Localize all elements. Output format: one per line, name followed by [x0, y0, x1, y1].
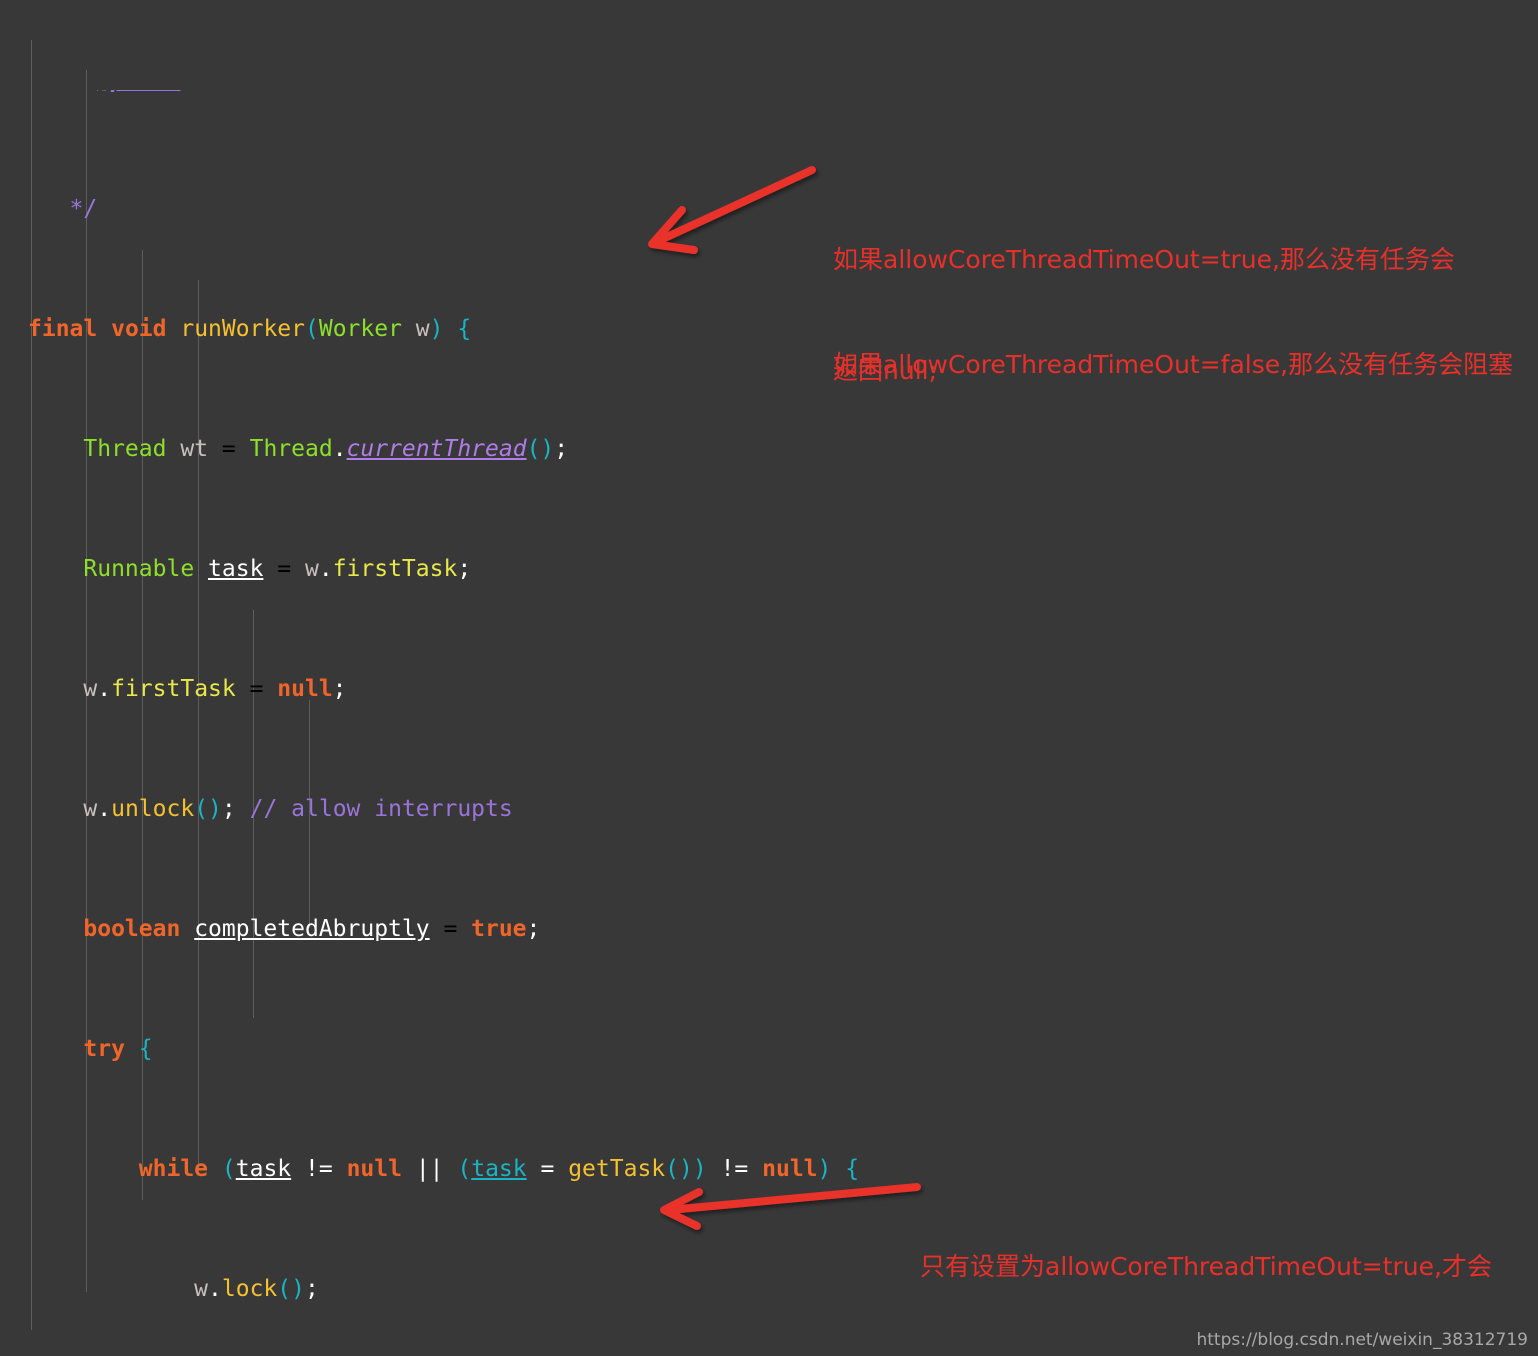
code-line[interactable]: w.unlock(); // allow interrupts: [0, 794, 1538, 824]
arrow-to-gettask-icon: [648, 166, 816, 254]
watermark: https://blog.csdn.net/weixin_38312719: [1196, 1330, 1528, 1350]
code-line[interactable]: * @param w the worker: [0, 90, 1538, 104]
code-line[interactable]: boolean completedAbruptly = true;: [0, 914, 1538, 944]
code-line[interactable]: Runnable task = w.firstTask;: [0, 554, 1538, 584]
code-editor[interactable]: * @param w the worker */ final void runW…: [0, 0, 1538, 1356]
code-line[interactable]: try {: [0, 1034, 1538, 1064]
annotation-gettask-false: 如果allowCoreThreadTimeOut=false,那么没有任务会阻塞: [833, 272, 1538, 457]
annotation-processworkerexit-line1: 只有设置为allowCoreThreadTimeOut=true,才会: [920, 1252, 1492, 1281]
code-line[interactable]: w.firstTask = null;: [0, 674, 1538, 704]
arrow-to-finally-icon: [660, 1183, 921, 1230]
annotation-processworkerexit: 只有设置为allowCoreThreadTimeOut=true,才会 执行线程…: [920, 1174, 1538, 1356]
annotation-gettask-false-line1: 如果allowCoreThreadTimeOut=false,那么没有任务会阻塞: [833, 350, 1514, 379]
